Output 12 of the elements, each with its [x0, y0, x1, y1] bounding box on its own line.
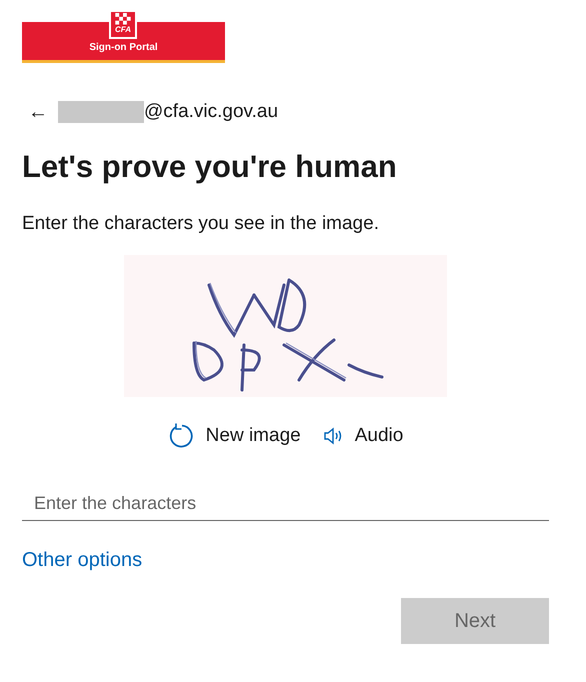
portal-label: Sign-on Portal [88, 42, 159, 53]
account-email: @cfa.vic.gov.au [144, 101, 278, 123]
speaker-icon [322, 426, 343, 446]
audio-button[interactable]: Audio [322, 423, 404, 449]
page-title: Let's prove you're human [22, 148, 398, 186]
other-options-link[interactable]: Other options [22, 549, 142, 572]
checker-icon [115, 13, 131, 25]
new-image-button[interactable]: New image [168, 423, 301, 449]
emblem-text: CFA [115, 25, 131, 34]
refresh-icon [168, 423, 194, 449]
instruction-text: Enter the characters you see in the image. [22, 213, 380, 235]
back-button[interactable]: ← [28, 102, 48, 122]
